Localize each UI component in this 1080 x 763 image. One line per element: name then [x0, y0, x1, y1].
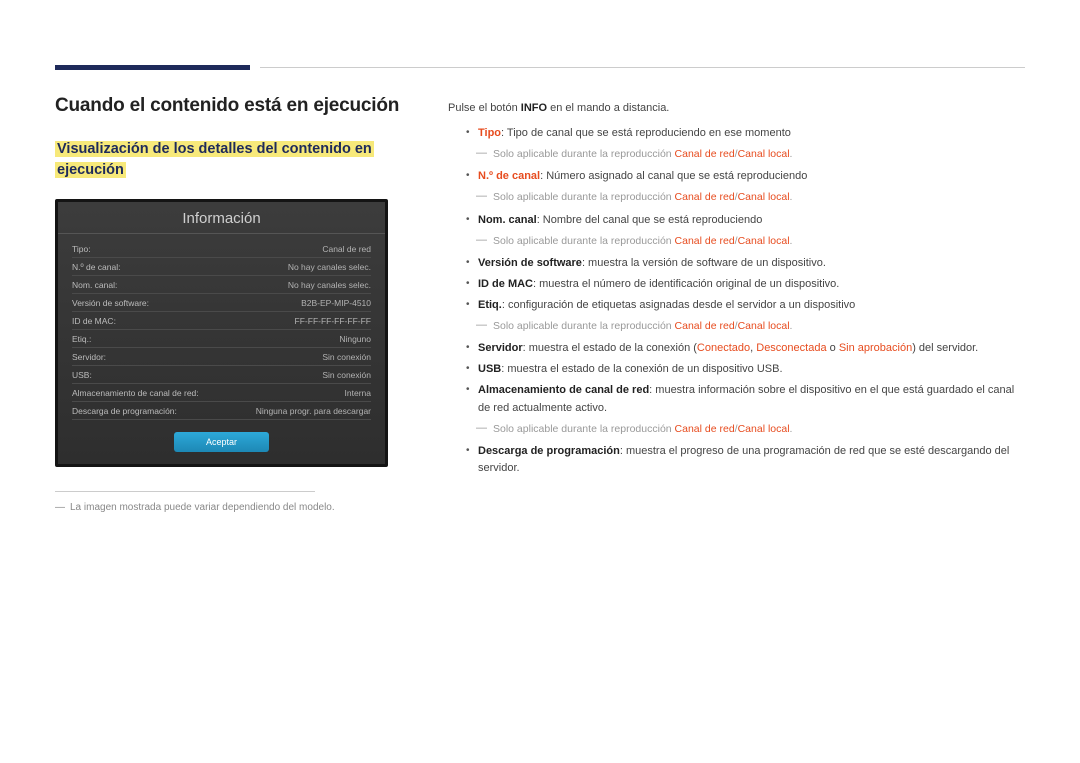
page-title: Cuando el contenido está en ejecución: [55, 95, 420, 117]
info-row-value: FF-FF-FF-FF-FF-FF: [295, 316, 371, 326]
item-usb: USB: muestra el estado de la conexión de…: [448, 361, 1025, 378]
info-row-label: Tipo:: [72, 244, 91, 254]
section-subtitle: Visualización de los detalles del conten…: [55, 139, 420, 181]
header-rule: [260, 67, 1025, 68]
info-row-label: Nom. canal:: [72, 280, 117, 290]
highlighted-line-1: Visualización de los detalles del conten…: [55, 141, 374, 157]
info-row: Tipo: Canal de red: [72, 240, 371, 258]
info-row-label: Versión de software:: [72, 298, 149, 308]
item-ncanal: N.º de canal: Número asignado al canal q…: [448, 168, 1025, 185]
info-row-label: Descarga de programación:: [72, 406, 177, 416]
info-row: N.º de canal: No hay canales selec.: [72, 258, 371, 276]
sub-applicable: Solo aplicable durante la reproducción C…: [448, 146, 1025, 162]
info-row: ID de MAC: FF-FF-FF-FF-FF-FF: [72, 312, 371, 330]
sub-applicable: Solo aplicable durante la reproducción C…: [448, 189, 1025, 205]
item-almacenamiento: Almacenamiento de canal de red: muestra …: [448, 382, 1025, 416]
info-row-value: Ninguna progr. para descargar: [256, 406, 371, 416]
item-descarga: Descarga de programación: muestra el pro…: [448, 443, 1025, 477]
right-column: Pulse el botón INFO en el mando a distan…: [448, 100, 1025, 481]
info-row: Nom. canal: No hay canales selec.: [72, 276, 371, 294]
footnote: La imagen mostrada puede variar dependie…: [55, 502, 420, 513]
info-row-label: Servidor:: [72, 352, 106, 362]
info-row-label: ID de MAC:: [72, 316, 116, 326]
item-mac: ID de MAC: muestra el número de identifi…: [448, 276, 1025, 293]
item-servidor: Servidor: muestra el estado de la conexi…: [448, 340, 1025, 357]
highlighted-line-2: ejecución: [55, 162, 126, 178]
info-row-label: Etiq.:: [72, 334, 91, 344]
item-version: Versión de software: muestra la versión …: [448, 255, 1025, 272]
info-panel-title: Información: [58, 202, 385, 234]
info-row: Etiq.: Ninguno: [72, 330, 371, 348]
info-row-value: Interna: [345, 388, 371, 398]
info-row: Servidor: Sin conexión: [72, 348, 371, 366]
intro-text: Pulse el botón INFO en el mando a distan…: [448, 100, 1025, 117]
accept-button[interactable]: Aceptar: [174, 432, 269, 452]
info-row-label: Almacenamiento de canal de red:: [72, 388, 199, 398]
header-accent-bar: [55, 65, 250, 70]
sub-applicable: Solo aplicable durante la reproducción C…: [448, 318, 1025, 334]
info-row-value: Canal de red: [322, 244, 371, 254]
info-row-value: B2B-EP-MIP-4510: [301, 298, 371, 308]
info-panel: Información Tipo: Canal de red N.º de cana…: [55, 199, 388, 467]
info-row: Almacenamiento de canal de red: Interna: [72, 384, 371, 402]
sub-applicable: Solo aplicable durante la reproducción C…: [448, 421, 1025, 437]
left-column: Cuando el contenido está en ejecución Vi…: [55, 95, 420, 513]
info-row-label: USB:: [72, 370, 92, 380]
info-panel-body: Tipo: Canal de red N.º de canal: No hay can…: [58, 234, 385, 420]
info-row-value: No hay canales selec.: [288, 280, 371, 290]
info-row-value: No hay canales selec.: [288, 262, 371, 272]
info-row: Descarga de programación: Ninguna progr. …: [72, 402, 371, 420]
sub-applicable: Solo aplicable durante la reproducción C…: [448, 233, 1025, 249]
item-tipo: Tipo: Tipo de canal que se está reproduc…: [448, 125, 1025, 142]
info-row-label: N.º de canal:: [72, 262, 120, 272]
item-etiq: Etiq.: configuración de etiquetas asigna…: [448, 297, 1025, 314]
info-row-value: Ninguno: [339, 334, 371, 344]
info-row-value: Sin conexión: [322, 352, 371, 362]
info-row-value: Sin conexión: [322, 370, 371, 380]
item-nomcanal: Nom. canal: Nombre del canal que se está…: [448, 212, 1025, 229]
info-row: Versión de software: B2B-EP-MIP-4510: [72, 294, 371, 312]
info-row: USB: Sin conexión: [72, 366, 371, 384]
footnote-rule: [55, 491, 315, 492]
